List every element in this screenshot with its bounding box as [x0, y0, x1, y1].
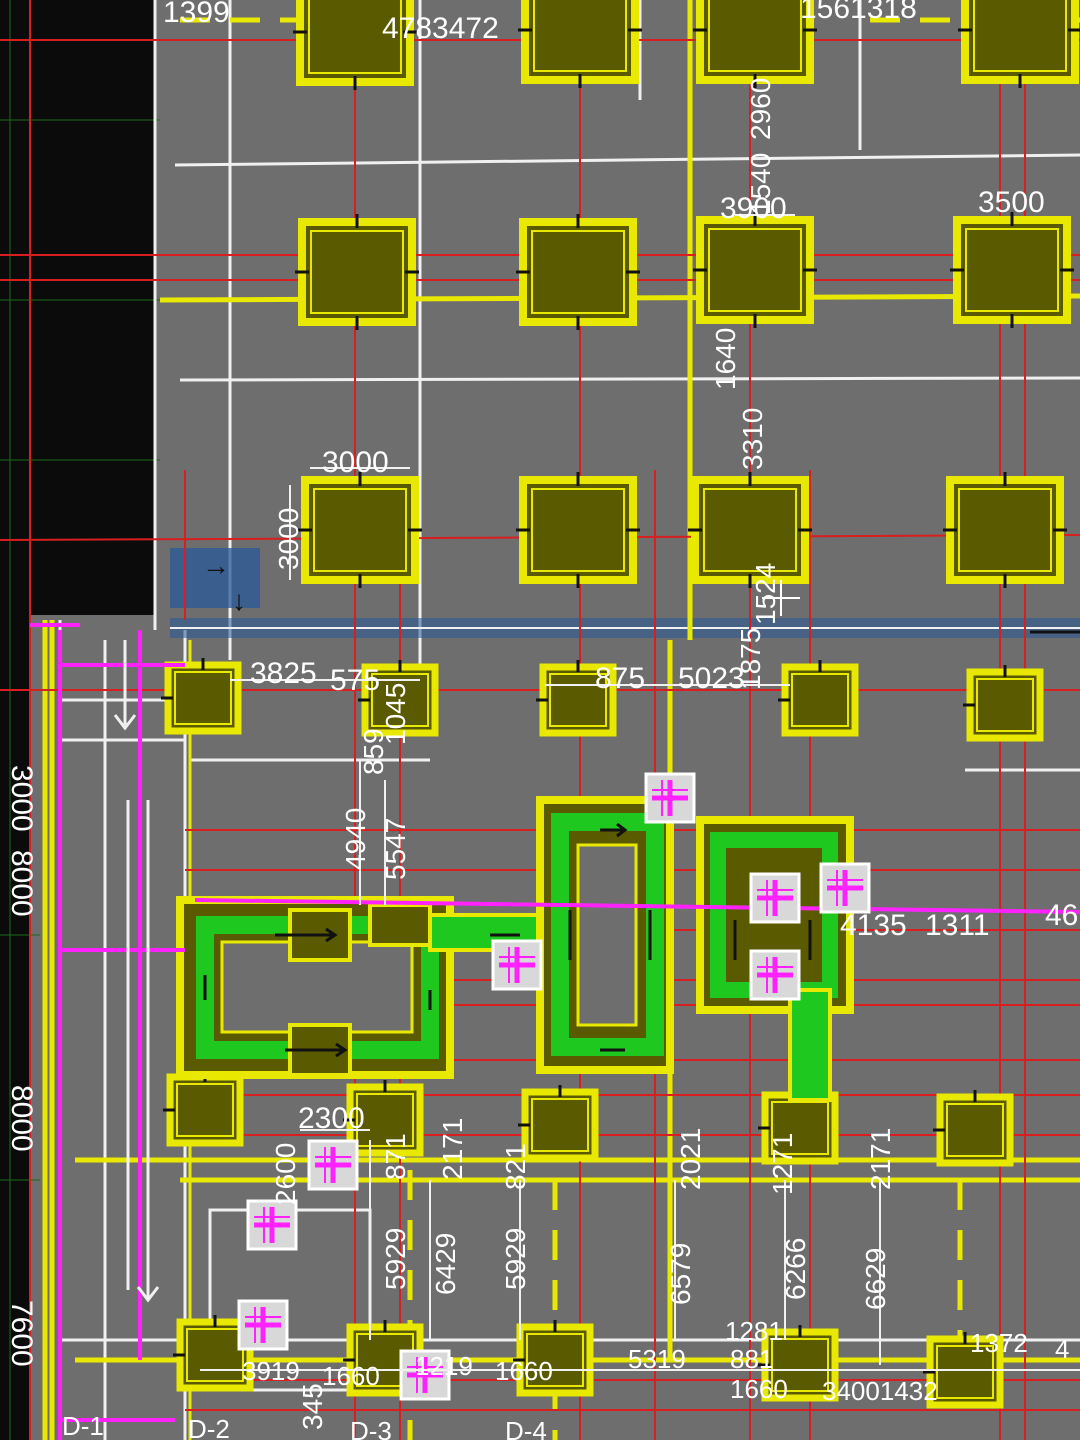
dim-label: 345 — [297, 1383, 328, 1430]
cad-canvas[interactable]: → ↓ 1399 4783472 1561318 2960 1540 3900 … — [0, 0, 1080, 1440]
dim-label: 5547 — [380, 818, 411, 880]
dim-label: 1660 — [322, 1361, 380, 1391]
magenta-cross-marker-icon[interactable] — [751, 951, 799, 999]
dim-label: 875 — [595, 662, 645, 695]
dim-label: 4783472 — [382, 12, 499, 45]
ruler-label: 7600 — [5, 1300, 38, 1367]
magenta-cross-marker-icon[interactable] — [239, 1301, 287, 1349]
dim-label: 6266 — [780, 1238, 811, 1300]
dim-label: 1399 — [163, 0, 230, 29]
dim-label: 881 — [730, 1344, 773, 1374]
dim-label: 6579 — [665, 1243, 696, 1305]
dim-label: 2600 — [270, 1143, 301, 1205]
axis-label: D-1 — [62, 1411, 104, 1440]
arrow-down-icon: ↓ — [232, 585, 246, 616]
dim-label: 2021 — [675, 1128, 706, 1190]
dim-label: 46 — [1045, 899, 1078, 932]
magenta-cross-marker-icon[interactable] — [646, 774, 694, 822]
column[interactable] — [295, 214, 419, 330]
dim-label: 4135 — [840, 909, 907, 942]
column[interactable] — [950, 212, 1074, 328]
dim-label: 1219 — [415, 1351, 473, 1381]
dim-label: 3900 — [720, 192, 787, 225]
column[interactable] — [963, 665, 1040, 738]
dim-label: 1281 — [725, 1316, 783, 1346]
dim-label: 1640 — [710, 328, 741, 390]
magenta-cross-marker-icon[interactable] — [248, 1201, 296, 1249]
magenta-cross-marker-icon[interactable] — [493, 941, 541, 989]
dim-label: 3000 — [273, 508, 304, 570]
column[interactable] — [518, 0, 642, 88]
dim-label: 5929 — [380, 1228, 411, 1290]
axis-label: D-3 — [350, 1416, 392, 1440]
dim-label: 1660 — [495, 1356, 553, 1386]
dim-label: 3919 — [242, 1356, 300, 1386]
column[interactable] — [516, 214, 640, 330]
axis-label: D-2 — [188, 1414, 230, 1440]
dim-label: 2300 — [298, 1102, 365, 1135]
column[interactable] — [943, 472, 1067, 588]
column[interactable] — [163, 1070, 240, 1143]
dim-label: 3825 — [250, 657, 317, 690]
dim-label: 1524 — [750, 563, 781, 625]
ruler-label: 3000 — [5, 765, 38, 832]
dim-label: 1271 — [767, 1133, 798, 1195]
dim-label: 2960 — [745, 78, 776, 140]
dim-label: 1311 — [925, 909, 990, 942]
magenta-cross-marker-icon[interactable] — [309, 1141, 357, 1189]
dim-label: 4940 — [340, 808, 371, 870]
column[interactable] — [516, 472, 640, 588]
dim-label: 1875 — [735, 628, 766, 690]
dim-label: 1045 — [380, 683, 411, 745]
dim-label: 3500 — [978, 186, 1045, 219]
column[interactable] — [958, 0, 1080, 88]
dim-label: 575 — [330, 664, 380, 697]
dim-label: 6629 — [860, 1248, 891, 1310]
dim-label: 1660 — [730, 1374, 788, 1404]
dim-label: 3310 — [737, 408, 768, 470]
column[interactable] — [933, 1090, 1010, 1163]
column[interactable] — [161, 658, 238, 731]
dim-label: 1372 — [970, 1328, 1028, 1358]
ruler-label: 8000 — [5, 850, 38, 917]
cad-drawing-screen[interactable]: → ↓ 1399 4783472 1561318 2960 1540 3900 … — [0, 0, 1080, 1440]
magenta-cross-marker-icon[interactable] — [821, 864, 869, 912]
column[interactable] — [693, 0, 817, 88]
dim-label: 5929 — [500, 1228, 531, 1290]
column[interactable] — [298, 472, 422, 588]
dim-label: 4 — [1055, 1334, 1069, 1364]
axis-label: D-4 — [505, 1416, 547, 1440]
dim-label: 5319 — [628, 1344, 686, 1374]
magenta-cross-marker-icon[interactable] — [751, 874, 799, 922]
dim-label: 3000 — [322, 446, 389, 479]
dim-label: 6429 — [430, 1233, 461, 1295]
column[interactable] — [778, 660, 855, 733]
dim-label: 821 — [500, 1143, 531, 1190]
ruler-label: 8000 — [5, 1085, 38, 1152]
arrow-right-icon: → — [202, 550, 230, 581]
dim-label: 34001432 — [822, 1376, 938, 1406]
dim-label: 2171 — [865, 1128, 896, 1190]
dim-label: 2171 — [437, 1118, 468, 1180]
column[interactable] — [693, 212, 817, 328]
dim-label: 1561318 — [800, 0, 917, 25]
dim-label: 871 — [380, 1133, 411, 1180]
